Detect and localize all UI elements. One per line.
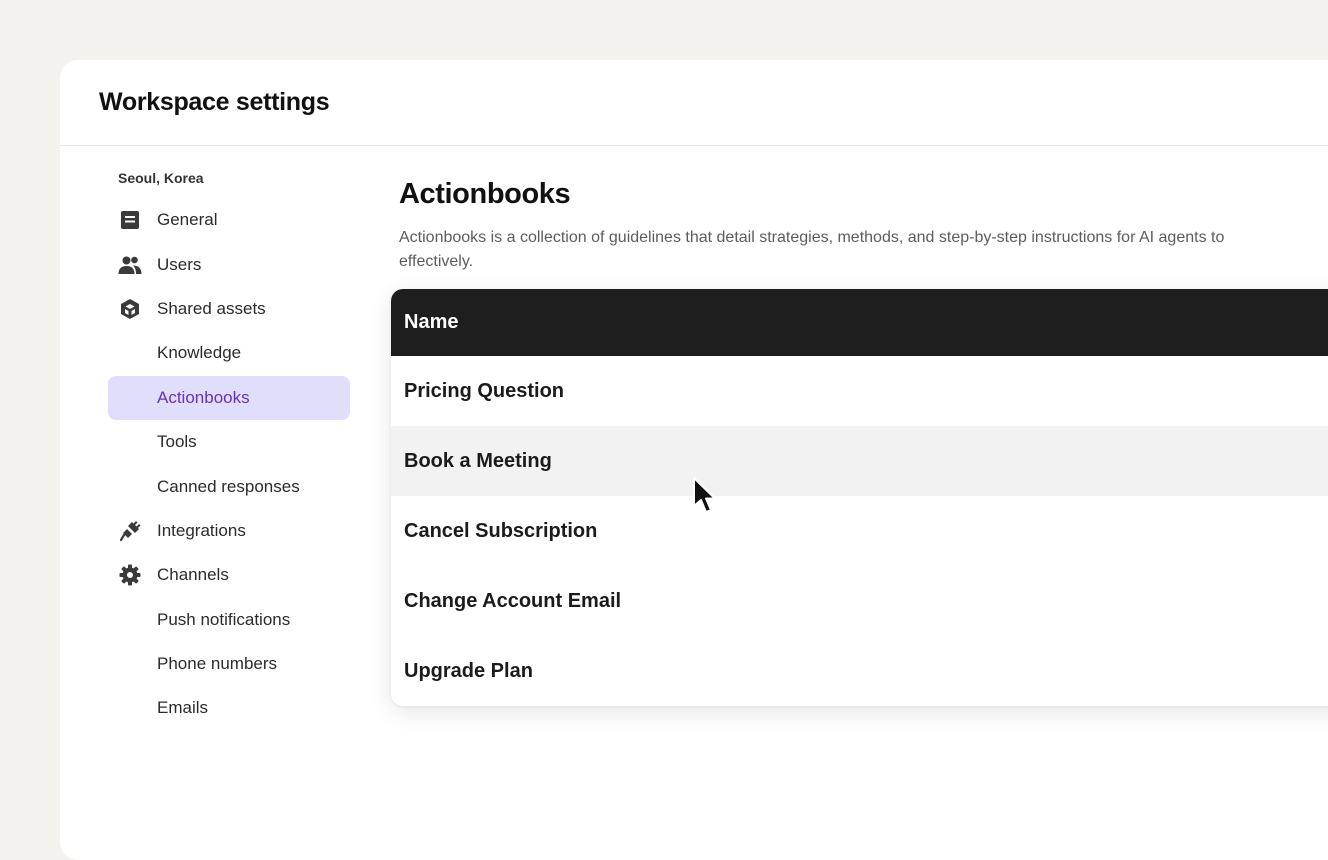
sidebar-item-label: Actionbooks	[157, 387, 250, 407]
sidebar-item-tools[interactable]: Tools	[108, 420, 350, 464]
sidebar: Seoul, Korea General Users Shared assets…	[108, 170, 350, 731]
sidebar-item-label: Push notifications	[157, 609, 291, 629]
table-row[interactable]: Pricing Question	[391, 356, 1328, 426]
document-icon	[118, 208, 142, 232]
description-line: effectively.	[399, 253, 474, 270]
table-row[interactable]: Change Account Email	[391, 566, 1328, 636]
sidebar-item-general[interactable]: General	[108, 198, 350, 242]
table-row[interactable]: Upgrade Plan	[391, 636, 1328, 706]
sidebar-item-label: Integrations	[157, 520, 246, 540]
workspace-location: Seoul, Korea	[118, 170, 204, 186]
sidebar-item-label: Emails	[157, 698, 209, 718]
settings-window: Workspace settings Seoul, Korea General	[60, 60, 1328, 860]
sidebar-item-label: Canned responses	[157, 476, 300, 496]
section-description: Actionbooks is a collection of guideline…	[399, 226, 1328, 274]
table-row[interactable]: Book a Meeting	[391, 426, 1328, 496]
window-header: Workspace settings	[60, 60, 1328, 146]
sidebar-item-label: General	[157, 210, 218, 230]
sidebar-item-push-notifications[interactable]: Push notifications	[108, 598, 350, 642]
sidebar-item-emails[interactable]: Emails	[108, 686, 350, 730]
sidebar-item-shared-assets[interactable]: Shared assets	[108, 287, 350, 331]
table-header-name[interactable]: Name	[391, 289, 1328, 356]
sidebar-item-users[interactable]: Users	[108, 242, 350, 286]
sidebar-item-label: Phone numbers	[157, 654, 278, 674]
users-icon	[118, 253, 142, 277]
sidebar-item-label: Users	[157, 254, 202, 274]
sidebar-item-phone-numbers[interactable]: Phone numbers	[108, 642, 350, 686]
plug-icon	[118, 519, 142, 543]
sidebar-item-canned-responses[interactable]: Canned responses	[108, 464, 350, 508]
sidebar-item-label: Knowledge	[157, 343, 242, 363]
description-line: Actionbooks is a collection of guideline…	[399, 229, 1225, 246]
section-title: Actionbooks	[399, 178, 571, 210]
gear-icon	[118, 563, 142, 587]
sidebar-item-label: Tools	[157, 432, 197, 452]
table-row[interactable]: Cancel Subscription	[391, 496, 1328, 566]
sidebar-item-integrations[interactable]: Integrations	[108, 509, 350, 553]
actionbooks-table: Name Pricing Question Book a Meeting Can…	[391, 289, 1328, 706]
main-content: Actionbooks Actionbooks is a collection …	[391, 170, 1328, 706]
page-title: Workspace settings	[99, 88, 330, 116]
mouse-pointer-icon	[693, 477, 716, 513]
sidebar-item-knowledge[interactable]: Knowledge	[108, 331, 350, 375]
sidebar-item-channels[interactable]: Channels	[108, 553, 350, 597]
sidebar-item-label: Shared assets	[157, 298, 266, 318]
cube-icon	[118, 297, 142, 321]
sidebar-item-label: Channels	[157, 565, 229, 585]
sidebar-item-actionbooks[interactable]: Actionbooks	[108, 375, 350, 420]
